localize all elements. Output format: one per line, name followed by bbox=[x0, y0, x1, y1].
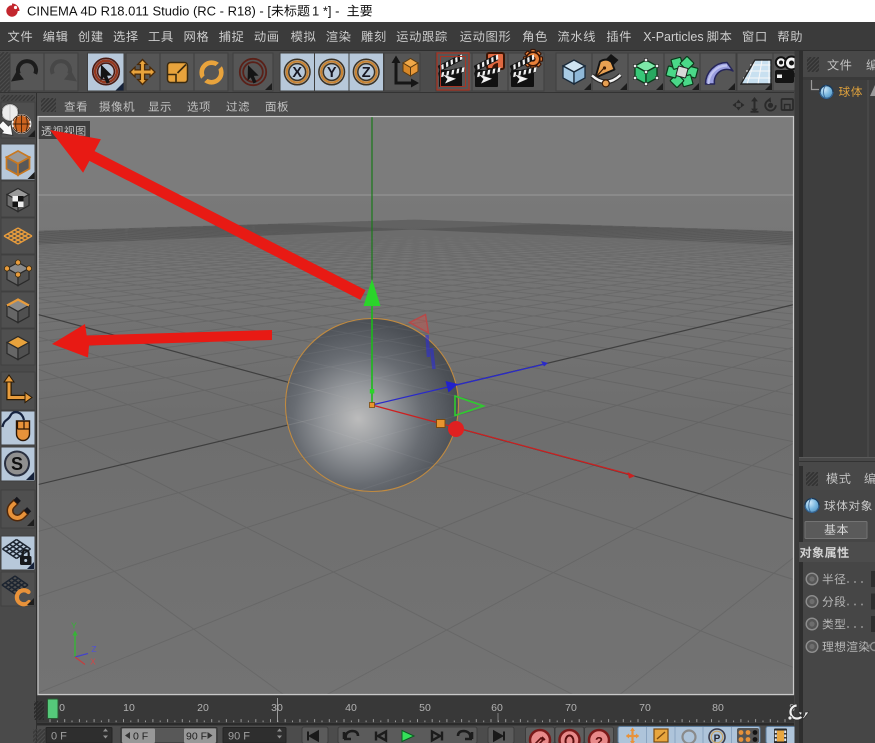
svg-text:60: 60 bbox=[491, 702, 503, 714]
svg-text:Y: Y bbox=[71, 621, 77, 631]
svg-text:X-Particles: X-Particles bbox=[643, 30, 703, 44]
svg-text:70: 70 bbox=[565, 702, 577, 714]
svg-text:Z: Z bbox=[362, 65, 371, 81]
svg-text:90 F: 90 F bbox=[186, 731, 207, 743]
svg-text:X: X bbox=[90, 657, 96, 667]
svg-text:20: 20 bbox=[197, 702, 209, 714]
svg-text:0 F: 0 F bbox=[133, 731, 148, 743]
svg-text:40: 40 bbox=[345, 702, 357, 714]
svg-text:80: 80 bbox=[712, 702, 724, 714]
svg-text:Z: Z bbox=[91, 644, 96, 654]
svg-text:90 F: 90 F bbox=[228, 731, 250, 743]
svg-text:0 F: 0 F bbox=[51, 731, 67, 743]
svg-text:CINEMA 4D R18.011 Studio (RC -: CINEMA 4D R18.011 Studio (RC - R18) - [ bbox=[27, 4, 271, 19]
svg-text:P: P bbox=[714, 734, 721, 743]
svg-text:10: 10 bbox=[123, 702, 135, 714]
svg-text:0: 0 bbox=[59, 702, 65, 714]
svg-text:S: S bbox=[11, 454, 23, 474]
svg-text:1 *] -: 1 *] - bbox=[312, 4, 339, 19]
svg-text:?: ? bbox=[595, 734, 603, 743]
svg-text:X: X bbox=[292, 65, 302, 81]
svg-text:50: 50 bbox=[419, 702, 431, 714]
svg-text:Y: Y bbox=[327, 65, 337, 81]
svg-text:70: 70 bbox=[639, 702, 651, 714]
